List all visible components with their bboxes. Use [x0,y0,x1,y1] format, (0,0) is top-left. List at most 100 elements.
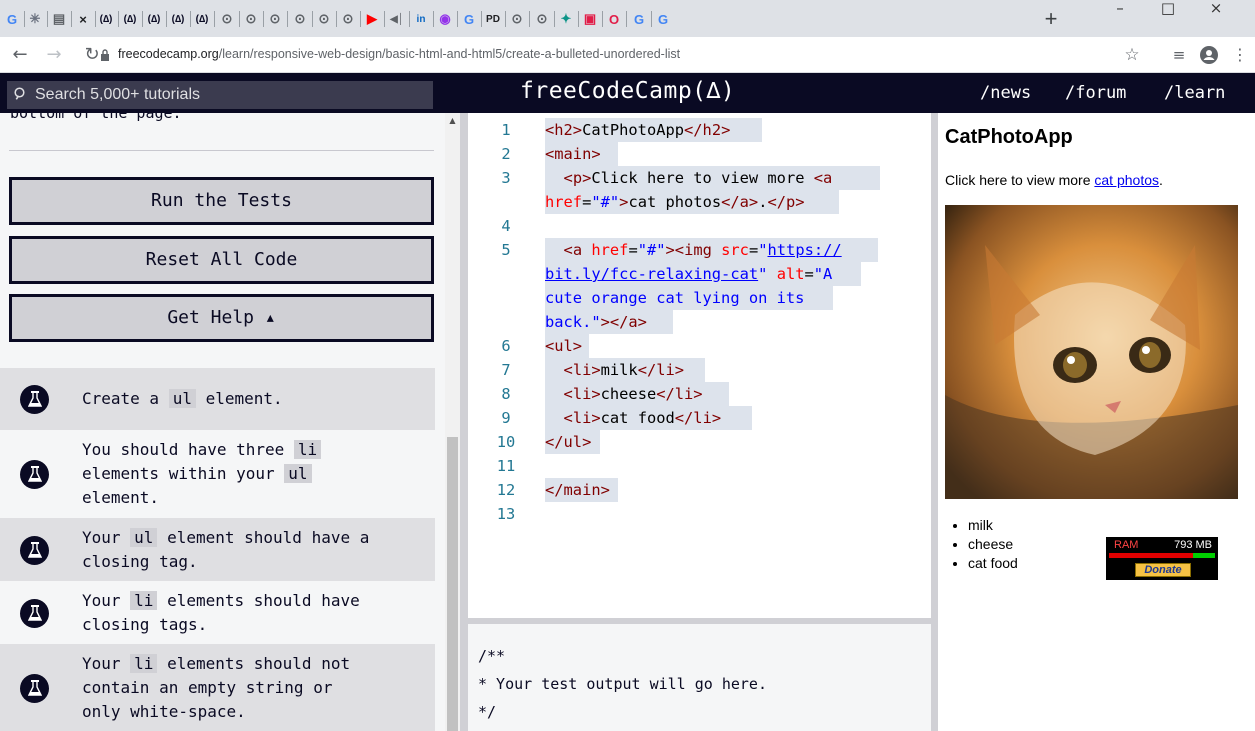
nav-link-forum[interactable]: /forum [1065,83,1126,103]
scroll-up-arrow[interactable]: ▲ [445,113,460,129]
output-line: * Your test output will go here. [478,675,767,693]
inline-code: li [130,654,158,673]
freecodecamp-icon[interactable]: (∆) [143,8,165,30]
code-line[interactable]: cute orange cat lying on its [468,286,931,310]
nav-link-learn[interactable]: /learn [1164,83,1225,103]
cat-photos-link[interactable]: cat photos [1094,172,1159,188]
code-line[interactable]: 9 <li>cat food</li> [468,406,931,430]
youtube-icon[interactable]: ▶ [361,8,383,30]
google-icon[interactable]: G [1,8,23,30]
freecodecamp-icon[interactable]: (∆) [119,8,141,30]
fcc-navbar: Search 5,000+ tutorials freeCodeCamp(∆) … [0,73,1255,113]
bookmark-star-icon[interactable]: ☆ [1120,43,1144,67]
code-text: <li>milk</li> [545,358,705,382]
code-line[interactable]: 13 [468,502,931,526]
freecodecamp-icon[interactable]: (∆) [167,8,189,30]
globe-icon[interactable]: ⊙ [216,8,238,30]
line-number: 3 [501,169,511,187]
inline-code: ul [130,528,158,547]
extension-icon[interactable]: ✦ [555,8,577,30]
code-line[interactable]: back."></a> [468,310,931,334]
tab-list-icon[interactable]: ▤ [48,8,70,30]
pane-resizer[interactable] [931,113,938,731]
opera-icon[interactable]: O [603,8,625,30]
google-icon[interactable]: G [458,8,480,30]
run-tests-button[interactable]: Run the Tests [9,177,434,225]
profile-icon[interactable] [1200,46,1218,64]
inline-code: ul [168,389,196,408]
inline-code: li [293,440,322,459]
code-line[interactable]: 8 <li>cheese</li> [468,382,931,406]
donate-button[interactable]: Donate [1135,563,1191,577]
forward-icon[interactable]: → [42,43,66,67]
globe-icon[interactable]: ⊙ [506,8,528,30]
back-icon[interactable]: ← [8,43,32,67]
list-item: cheese [968,535,1018,554]
code-line[interactable]: bit.ly/fcc-relaxing-cat" alt="A [468,262,931,286]
globe-icon[interactable]: ⊙ [264,8,286,30]
search-input[interactable]: Search 5,000+ tutorials [7,81,433,109]
url-field[interactable]: freecodecamp.org/learn/responsive-web-de… [118,47,680,61]
fcc-logo[interactable]: freeCodeCamp(∆) [520,78,735,104]
code-line[interactable]: 11 [468,454,931,478]
nav-link-news[interactable]: /news [980,83,1031,103]
code-line[interactable]: 7 <li>milk</li> [468,358,931,382]
minimize-button[interactable]: – [1097,0,1143,22]
opera-box-icon[interactable]: ▣ [579,8,601,30]
maximize-button[interactable]: □ [1145,0,1191,22]
globe-icon[interactable]: ⊙ [337,8,359,30]
code-line[interactable]: href="#">cat photos</a>.</p> [468,190,931,214]
audio-icon[interactable]: ◀│ [386,8,408,30]
code-line[interactable]: 6 <ul> [468,334,931,358]
ram-bar-used [1109,553,1193,558]
line-number: 2 [501,145,511,163]
globe-icon[interactable]: ⊙ [240,8,262,30]
flask-icon [20,535,49,565]
freecodecamp-icon[interactable]: (∆) [95,8,117,30]
google-icon[interactable]: G [628,8,650,30]
reset-code-button[interactable]: Reset All Code [9,236,434,284]
code-line[interactable]: 4 [468,214,931,238]
flask-icon [20,385,49,414]
code-line[interactable]: 1 <h2>CatPhotoApp</h2> [468,118,931,142]
reading-list-icon[interactable]: ≡ [1167,43,1191,67]
close-tab-icon[interactable]: × [72,8,94,30]
code-line[interactable]: 2 <main> [468,142,931,166]
test-item: Your li elements should have closing tags… [0,581,435,644]
code-line[interactable]: 3 <p>Click here to view more <a [468,166,931,190]
browser-tab-strip: G ✳ ▤ × (∆) (∆) (∆) (∆) (∆) ⊙ ⊙ ⊙ ⊙ ⊙ ⊙ ▶ ◀│ in ◉ G PD ⊙ ⊙ ✦ ▣ O G… [0,0,1255,37]
tab-separator [384,11,385,27]
code-text: <ul> [545,334,589,358]
test-item: You should have three li elements within … [0,430,435,518]
pane-resizer[interactable] [460,113,468,731]
podcasts-icon[interactable]: ◉ [434,8,456,30]
globe-icon[interactable]: ⊙ [313,8,335,30]
code-line[interactable]: 12 </main> [468,478,931,502]
code-line[interactable]: 5 <a href="#"><img src="https:// [468,238,931,262]
more-menu-icon[interactable]: ⋮ [1228,43,1252,67]
line-number: 12 [496,481,516,499]
code-editor[interactable]: 1 <h2>CatPhotoApp</h2> 2 <main> 3 <p>Click h… [468,113,931,618]
cat-photo[interactable] [945,205,1238,499]
line-number: 1 [501,121,511,139]
google-icon[interactable]: G [652,8,674,30]
preview-paragraph: Click here to view more cat photos. [945,172,1163,188]
test-description: Your li elements should not contain an em… [82,654,351,721]
linkedin-icon[interactable]: in [410,8,432,30]
globe-icon[interactable]: ⊙ [531,8,553,30]
scrollbar-thumb[interactable] [447,437,458,731]
code-line[interactable]: 10 </ul> [468,430,931,454]
app-icon[interactable]: ✳ [24,8,46,30]
new-tab-button[interactable]: + [1040,6,1062,31]
close-window-button[interactable]: × [1193,0,1239,22]
code-text: <main> [545,142,618,166]
line-number: 7 [501,361,511,379]
pd-icon[interactable]: PD [482,8,504,30]
line-number: 9 [501,409,511,427]
get-help-button[interactable]: Get Help ▴ [9,294,434,342]
test-item: Create a ul element. [0,368,435,430]
freecodecamp-icon[interactable]: (∆) [191,8,213,30]
tab-separator [529,11,530,27]
globe-icon[interactable]: ⊙ [289,8,311,30]
test-item: Your ul element should have a closing tag… [0,518,435,581]
